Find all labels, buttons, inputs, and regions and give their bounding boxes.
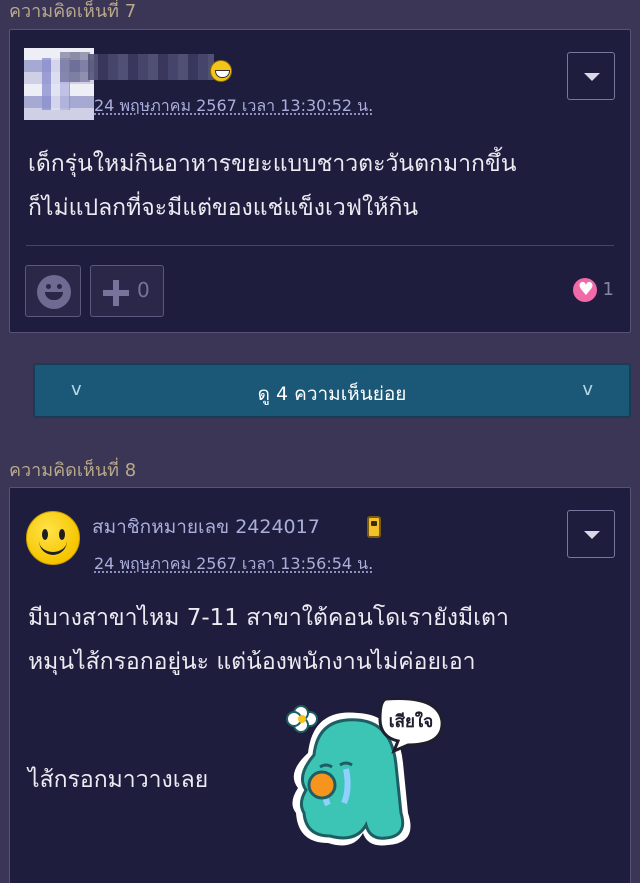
comment-8-header: ความคิดเห็นที่ 8 <box>9 460 137 481</box>
comment-menu-button[interactable] <box>567 510 615 558</box>
author-name-blurred-top <box>60 52 90 82</box>
view-replies-label: ดู 4 ความเห็นย่อย <box>257 383 407 405</box>
author-row: 24 พฤษภาคม 2567 เวลา 13:30:52 น. <box>10 30 630 130</box>
heart-icon <box>572 278 597 302</box>
comment-menu-button[interactable] <box>567 52 615 100</box>
heart-count: 1 <box>602 279 614 300</box>
author-name[interactable]: สมาชิกหมายเลข 2424017 <box>92 512 320 542</box>
plus-icon <box>103 280 129 306</box>
comment-body-line-1: มีบางสาขาไหม 7-11 สาขาใต้คอนโดเรายังมีเต… <box>28 605 509 631</box>
timestamp[interactable]: 24 พฤษภาคม 2567 เวลา 13:56:54 น. <box>94 552 373 577</box>
comment-7-card: 24 พฤษภาคม 2567 เวลา 13:30:52 น. เด็กรุ่… <box>9 29 631 333</box>
chevron-down-icon: v <box>582 379 593 400</box>
timestamp[interactable]: 24 พฤษภาคม 2567 เวลา 13:30:52 น. <box>94 94 373 119</box>
author-name-blurred[interactable] <box>88 54 214 80</box>
divider <box>26 245 614 246</box>
view-replies-button[interactable]: v ดู 4 ความเห็นย่อย v <box>33 363 631 418</box>
emoji-reaction-button[interactable] <box>25 265 81 317</box>
comment-body-line-2: หมุนไส้กรอกอยู่นะ แต่น้องพนักงานไม่ค่อยเ… <box>28 649 476 675</box>
plus-vote-button[interactable]: 0 <box>90 265 164 317</box>
comment-8-card: สมาชิกหมายเลข 2424017 24 พฤษภาคม 2567 เว… <box>9 487 631 883</box>
plus-count: 0 <box>137 278 150 302</box>
crying-monster-sticker: เสียใจ <box>286 696 444 846</box>
smile-badge-icon <box>210 60 232 82</box>
avatar[interactable] <box>26 511 80 565</box>
emoji-icon <box>37 275 71 309</box>
member-badge-icon <box>367 516 381 538</box>
comment-body: เด็กรุ่นใหม่กินอาหารขยะแบบชาวตะวันตกมากข… <box>28 151 517 221</box>
heart-reaction[interactable]: 1 <box>572 278 614 302</box>
sticker-text: เสียใจ <box>389 711 433 732</box>
comment-7-header: ความคิดเห็นที่ 7 <box>9 1 137 22</box>
